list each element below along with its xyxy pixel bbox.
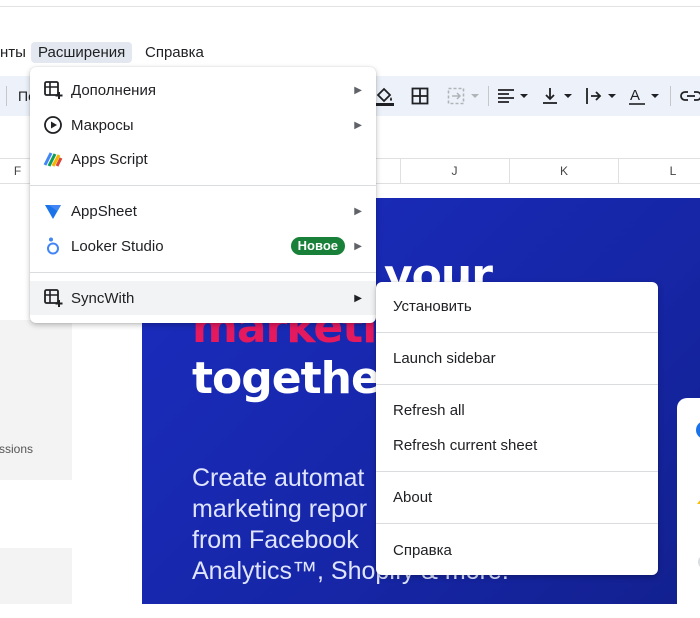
menu-bar: нты Расширения Справка: [0, 38, 700, 68]
menu-item-label: Looker Studio: [71, 237, 164, 255]
menu-help[interactable]: Справка: [138, 42, 211, 63]
toolbar-divider: [670, 86, 671, 106]
submenu-item-label: Launch sidebar: [393, 349, 496, 367]
syncwith-icon: [43, 288, 63, 308]
banner-body-line: from Facebook: [192, 526, 359, 554]
sheet-image-block: [0, 320, 72, 480]
menu-tools-truncated[interactable]: нты: [0, 42, 33, 63]
menu-item-label: AppSheet: [71, 202, 137, 220]
submenu-arrow-icon: ▶: [354, 292, 362, 304]
submenu-arrow-icon: ▶: [354, 240, 362, 252]
menu-item-label: Apps Script: [71, 150, 148, 168]
sheet-image-block: [0, 548, 72, 604]
merge-cells-icon[interactable]: [447, 86, 481, 106]
looker-studio-icon: [43, 236, 63, 256]
title-bar-edge: [0, 0, 700, 7]
menu-divider: [30, 272, 376, 273]
apps-script-icon: [43, 149, 63, 169]
fill-color-icon[interactable]: [374, 86, 396, 106]
submenu-arrow-icon: ▶: [354, 84, 362, 96]
menu-item-label: Макросы: [71, 116, 134, 134]
menu-divider: [30, 185, 376, 186]
submenu-item-label: Refresh current sheet: [393, 436, 538, 454]
menu-item-label: SyncWith: [71, 289, 135, 307]
menu-item-syncwith[interactable]: SyncWith ▶: [30, 281, 376, 315]
menu-item-looker-studio[interactable]: Looker Studio Новое ▶: [30, 229, 376, 263]
sheet-cell-text: ssions: [0, 442, 34, 456]
banner-heading-line3: together: [192, 353, 401, 404]
submenu-item-refresh-all[interactable]: Refresh all: [376, 393, 658, 427]
menu-divider: [376, 332, 658, 333]
vertical-align-icon[interactable]: [541, 86, 575, 106]
syncwith-submenu: Установить Launch sidebar Refresh all Re…: [376, 282, 658, 575]
submenu-item-label: Refresh all: [393, 401, 465, 419]
toolbar-divider: [488, 86, 489, 106]
menu-divider: [376, 471, 658, 472]
column-header-k[interactable]: K: [510, 159, 619, 183]
submenu-item-label: Установить: [393, 297, 472, 315]
menu-item-label: Дополнения: [71, 81, 156, 99]
submenu-item-launch-sidebar[interactable]: Launch sidebar: [376, 341, 658, 375]
submenu-arrow-icon: ▶: [354, 205, 362, 217]
new-badge: Новое: [290, 237, 345, 255]
text-wrap-icon[interactable]: [585, 86, 619, 106]
submenu-item-install[interactable]: Установить: [376, 289, 658, 323]
menu-item-appsheet[interactable]: AppSheet ▶: [30, 194, 376, 228]
submenu-item-label: About: [393, 488, 433, 506]
side-panel-card: [677, 398, 700, 618]
toolbar-divider: [6, 86, 7, 106]
column-header-l[interactable]: L: [619, 159, 700, 183]
appsheet-icon: [43, 201, 63, 221]
menu-divider: [376, 523, 658, 524]
text-rotation-icon[interactable]: A: [628, 86, 662, 106]
borders-icon[interactable]: [411, 86, 429, 106]
banner-body-line: Create automat: [192, 464, 365, 492]
insert-link-icon[interactable]: [680, 86, 700, 106]
menu-item-macros[interactable]: Макросы ▶: [30, 108, 376, 142]
extensions-menu: Дополнения ▶ Макросы ▶ Apps Script AppSh…: [30, 67, 376, 323]
menu-extensions[interactable]: Расширения: [31, 42, 133, 63]
menu-item-addons[interactable]: Дополнения ▶: [30, 73, 376, 107]
submenu-item-label: Справка: [393, 541, 452, 559]
align-left-icon[interactable]: [497, 86, 531, 106]
banner-body-line: marketing repor: [192, 495, 368, 523]
play-circle-icon: [43, 115, 63, 135]
column-header-j[interactable]: J: [400, 159, 510, 183]
submenu-arrow-icon: ▶: [354, 119, 362, 131]
addons-icon: [43, 80, 63, 100]
menu-item-apps-script[interactable]: Apps Script: [30, 142, 376, 176]
menu-divider: [376, 384, 658, 385]
submenu-item-refresh-current-sheet[interactable]: Refresh current sheet: [376, 428, 658, 462]
svg-text:A: A: [630, 87, 640, 104]
submenu-item-help[interactable]: Справка: [376, 533, 658, 567]
submenu-item-about[interactable]: About: [376, 480, 658, 514]
